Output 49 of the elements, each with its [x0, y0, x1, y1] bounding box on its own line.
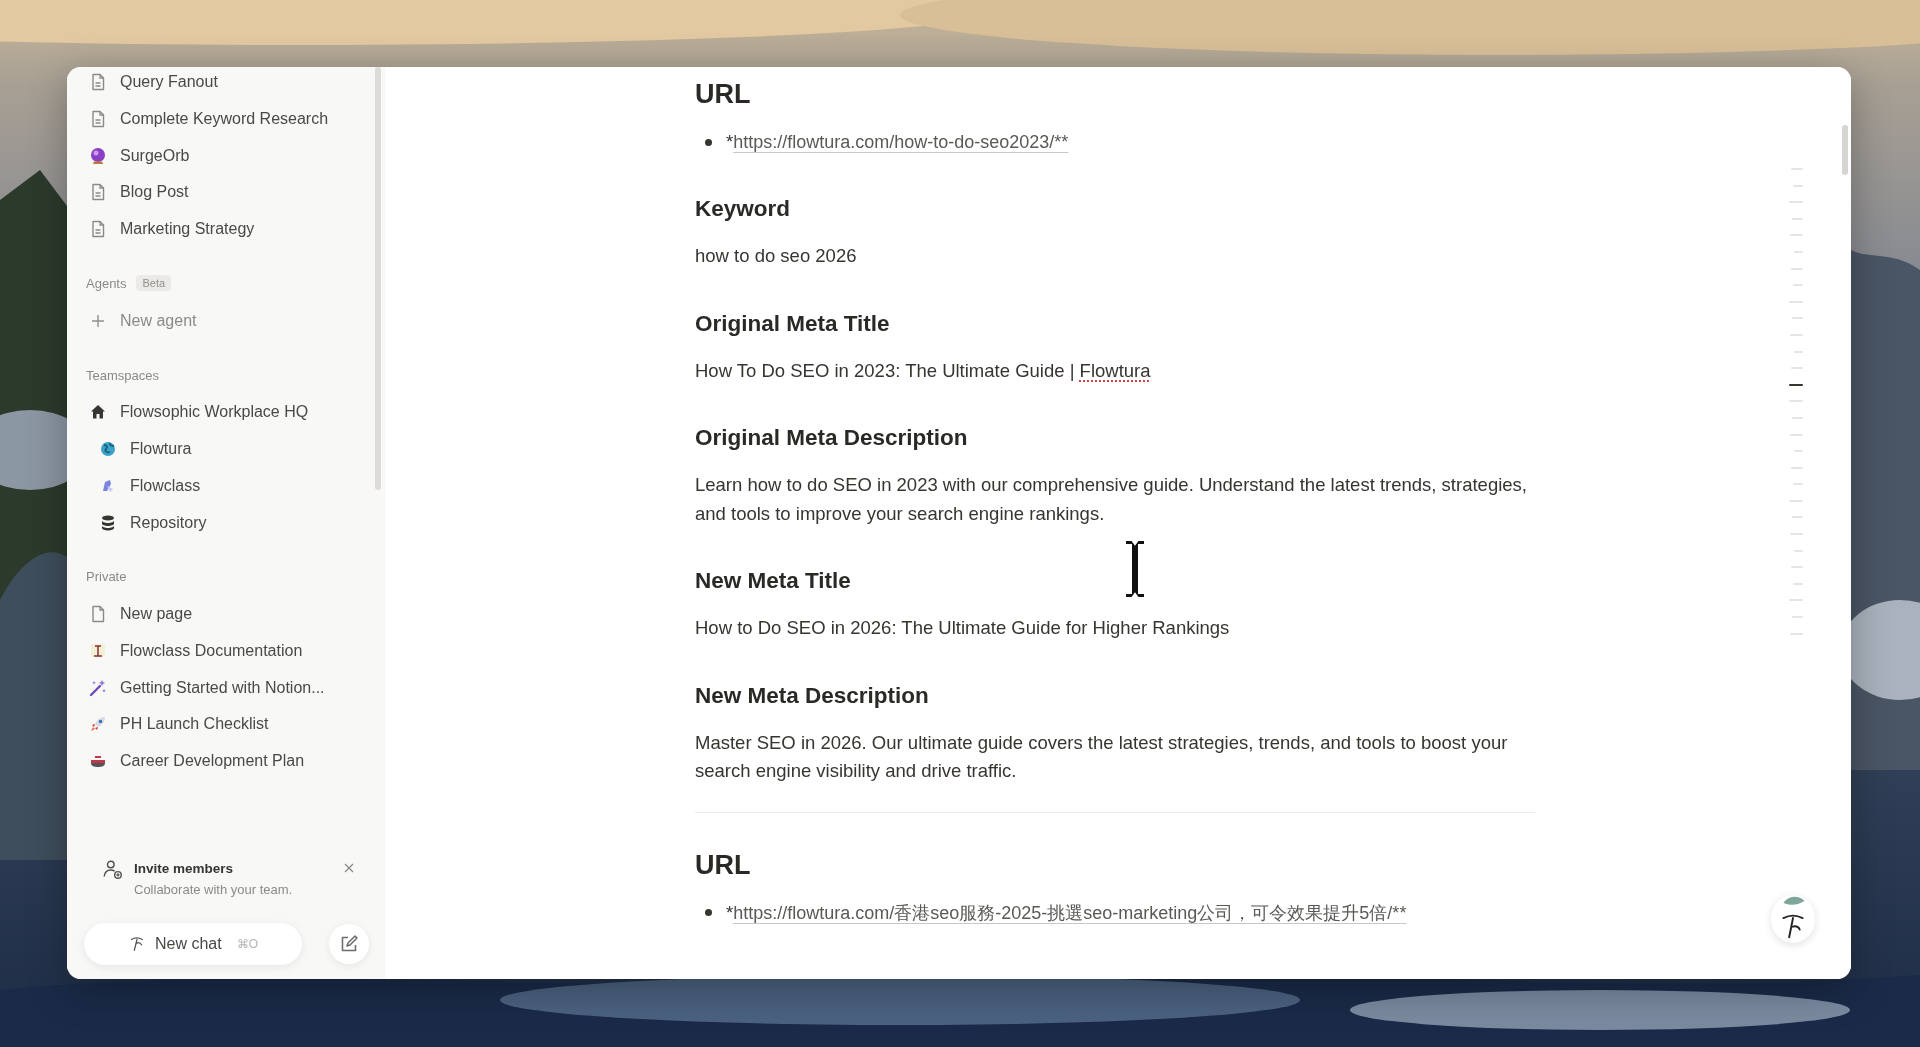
scrollbar-thumb[interactable] [1842, 125, 1848, 175]
paragraph: Learn how to do SEO in 2023 with our comprehensive guide. Understand the latest trends, strategies, and tools to improve your search engine rankings. [695, 473, 1528, 526]
section-heading: URL [695, 848, 752, 881]
section-heading: Private [86, 569, 127, 585]
sidebar-item[interactable]: Flowtura [67, 430, 385, 468]
subsection-heading: Original Meta Title [695, 309, 891, 338]
invite-card[interactable]: Invite members Collaborate with your team. [84, 851, 369, 907]
paragraph: Master SEO in 2026. Our ultimate guide covers the latest strategies, trends, and tools to boost your search engine visibility and drive traffic. [695, 730, 1509, 783]
sidebar-item[interactable]: Marketing Strategy [67, 210, 385, 248]
sidebar-item[interactable]: Flowclass Documentation [67, 632, 385, 670]
section-heading: URL [695, 78, 752, 110]
bullet-icon [705, 909, 712, 916]
sidebar-item[interactable]: Blog Post [67, 174, 385, 211]
beta-badge: Beta [136, 275, 172, 292]
crystal-ball-icon [88, 145, 108, 166]
subsection-heading: New Meta Title [695, 567, 852, 595]
asterisk: * [726, 900, 734, 925]
url-link[interactable]: https://flowtura.com/香港seo服務-2025-挑選seo-marketing公司，可令效果提升5倍/** [733, 898, 1407, 927]
outline-marker[interactable] [1789, 383, 1803, 386]
paragraph: how to do seo 2026 [695, 244, 858, 268]
sidebar-item[interactable]: Repository [67, 504, 385, 541]
url-link[interactable]: https://flowtura.com/how-to-do-seo2023/** [733, 128, 1069, 156]
sidebar-item[interactable]: Complete Keyword Research [67, 100, 385, 138]
invite-title: Invite members [134, 861, 235, 876]
section-heading: Teamspaces [86, 367, 159, 383]
sidebar-item[interactable]: SurgeOrb [67, 137, 385, 175]
sidebar-item[interactable]: Query Fanout [67, 67, 385, 101]
sidebar-item[interactable]: New page [67, 595, 385, 633]
add-person-icon [102, 859, 124, 881]
sidebar-item[interactable]: PH Launch Checklist [67, 705, 385, 743]
asterisk: * [726, 130, 734, 154]
close-icon[interactable] [343, 862, 355, 874]
compose-icon [339, 934, 359, 954]
scrollbar-thumb[interactable] [375, 67, 381, 490]
compose-button[interactable] [329, 924, 369, 964]
subsection-heading: Keyword [695, 195, 792, 223]
invite-subtitle: Collaborate with your team. [134, 882, 294, 897]
assistant-button[interactable] [1771, 895, 1815, 943]
subsection-heading: New Meta Description [695, 681, 930, 710]
bullet-icon [705, 138, 712, 146]
sidebar-item[interactable]: Career Development Plan [67, 742, 385, 780]
sidebar-item[interactable]: Flowsophic Workplace HQ [67, 394, 385, 431]
sidebar-item[interactable]: Flowclass [67, 467, 385, 505]
section-heading: Agents [86, 275, 127, 291]
paragraph: How To Do SEO in 2023: The Ultimate Guide | Flowtura [695, 358, 1152, 383]
paragraph: How to Do SEO in 2026: The Ultimate Guide for Higher Rankings [695, 616, 1231, 640]
sidebar-item[interactable]: Getting Started with Notion... [67, 669, 385, 706]
subsection-heading: Original Meta Description [695, 424, 969, 452]
new-chat-button[interactable]: New chat ⌘O [84, 923, 302, 965]
